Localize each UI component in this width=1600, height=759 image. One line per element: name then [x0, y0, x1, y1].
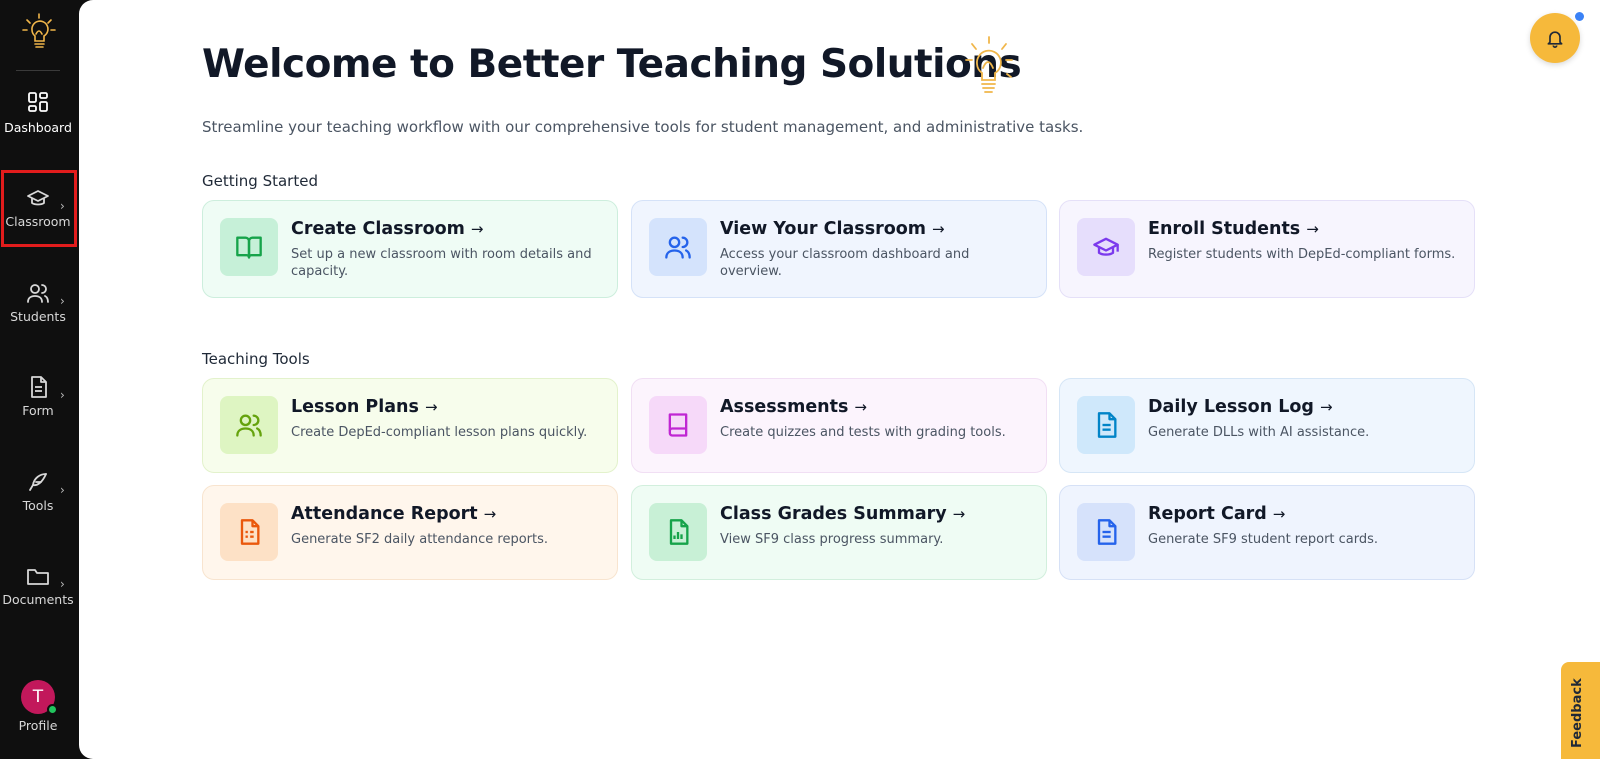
feedback-label: Feedback	[1570, 678, 1585, 748]
arrow-right-icon: →	[932, 220, 945, 238]
file-spreadsheet-icon	[240, 519, 260, 545]
chevron-right-icon: ›	[60, 294, 65, 308]
card-title: Report Card →	[1148, 504, 1286, 524]
sidebar-item-form[interactable]: › Form	[0, 371, 78, 449]
report-card-card[interactable]: Report Card → Generate SF9 student report…	[1059, 485, 1475, 580]
sidebar-item-label: Dashboard	[4, 120, 72, 135]
file-text-icon	[1097, 519, 1117, 545]
assessments-card[interactable]: Assessments → Create quizzes and tests wi…	[631, 378, 1047, 473]
book-icon	[668, 413, 688, 437]
file-text-icon	[1097, 412, 1117, 438]
graduation-cap-icon	[1093, 237, 1119, 256]
view-classroom-card[interactable]: View Your Classroom → Access your classro…	[631, 200, 1047, 298]
arrow-right-icon: →	[424, 398, 438, 416]
notifications-button[interactable]	[1530, 13, 1580, 63]
folder-icon	[27, 569, 49, 585]
card-title: View Your Classroom →	[720, 219, 945, 239]
section-title-getting-started: Getting Started	[202, 172, 318, 190]
lightbulb-illustration-icon	[965, 36, 1013, 93]
sidebar-item-label: Documents	[2, 592, 74, 607]
sidebar-item-label: Form	[22, 403, 54, 418]
sidebar-item-dashboard[interactable]: Dashboard	[0, 88, 78, 166]
arrow-right-icon: →	[1272, 505, 1286, 523]
lesson-plans-card[interactable]: Lesson Plans → Create DepEd-compliant les…	[202, 378, 618, 473]
daily-lesson-log-card[interactable]: Daily Lesson Log → Generate DLLs with AI …	[1059, 378, 1475, 473]
card-title: Enroll Students →	[1148, 219, 1319, 239]
card-description: View SF9 class progress summary.	[720, 532, 944, 547]
file-chart-icon	[669, 519, 689, 545]
page-subtitle: Streamline your teaching workflow with o…	[202, 118, 1084, 136]
class-grades-summary-card[interactable]: Class Grades Summary → View SF9 class pro…	[631, 485, 1047, 580]
enroll-students-card[interactable]: Enroll Students → Register students with …	[1059, 200, 1475, 298]
card-icon-container	[649, 396, 707, 454]
card-description: Generate DLLs with AI assistance.	[1148, 425, 1370, 440]
attendance-report-card[interactable]: Attendance Report → Generate SF2 daily at…	[202, 485, 618, 580]
card-title: Lesson Plans →	[291, 397, 438, 417]
chevron-right-icon: ›	[60, 388, 65, 402]
card-title: Daily Lesson Log →	[1148, 397, 1333, 417]
card-description: Set up a new classroom with room details…	[291, 247, 592, 279]
card-description: Create DepEd-compliant lesson plans quic…	[291, 425, 588, 440]
classroom-highlight-box	[1, 170, 77, 247]
card-icon-container	[649, 503, 707, 561]
feedback-tab[interactable]: Feedback	[1561, 662, 1600, 759]
book-open-icon	[236, 236, 262, 259]
chevron-right-icon: ›	[60, 483, 65, 497]
section-title-teaching-tools: Teaching Tools	[202, 350, 310, 368]
card-description: Access your classroom dashboard and over…	[720, 247, 970, 279]
card-icon-container	[649, 218, 707, 276]
sidebar: Dashboard › Classroom › Students › Form …	[0, 0, 78, 759]
arrow-right-icon: →	[1306, 220, 1319, 238]
arrow-right-icon: →	[470, 220, 484, 238]
sidebar-item-documents[interactable]: › Documents	[0, 560, 78, 638]
sidebar-item-tools[interactable]: › Tools	[0, 466, 78, 544]
card-title: Assessments →	[720, 397, 867, 417]
card-icon-container	[1077, 396, 1135, 454]
document-form-icon	[31, 376, 47, 398]
create-classroom-card[interactable]: Create Classroom → Set up a new classroom…	[202, 200, 618, 298]
users-icon	[236, 414, 262, 437]
online-status-dot	[47, 704, 58, 715]
users-icon	[27, 284, 49, 303]
card-icon-container	[1077, 218, 1135, 276]
arrow-right-icon: →	[483, 505, 497, 523]
main-content: Welcome to Better Teaching Solutions Str…	[79, 0, 1600, 759]
arrow-right-icon: →	[952, 505, 966, 523]
card-description: Generate SF2 daily attendance reports.	[291, 532, 548, 547]
card-description: Generate SF9 student report cards.	[1148, 532, 1379, 547]
sidebar-divider	[16, 70, 60, 71]
card-description: Create quizzes and tests with grading to…	[720, 425, 1006, 440]
profile-label[interactable]: Profile	[0, 718, 76, 733]
chevron-right-icon: ›	[60, 577, 65, 591]
lightbulb-logo-icon	[22, 13, 56, 48]
bell-icon	[1547, 31, 1563, 48]
card-description: Register students with DepEd-compliant f…	[1148, 247, 1456, 262]
sidebar-item-label: Students	[10, 309, 66, 324]
card-icon-container	[1077, 503, 1135, 561]
users-icon	[665, 236, 691, 259]
notification-unread-dot	[1575, 12, 1584, 21]
arrow-right-icon: →	[1319, 398, 1333, 416]
card-title: Create Classroom →	[291, 219, 484, 239]
sidebar-item-students[interactable]: › Students	[0, 277, 78, 355]
card-title: Attendance Report →	[291, 504, 497, 524]
card-icon-container	[220, 503, 278, 561]
card-icon-container	[220, 396, 278, 454]
dashboard-grid-icon	[28, 92, 48, 112]
page-title: Welcome to Better Teaching Solutions	[202, 42, 1022, 87]
card-title: Class Grades Summary →	[720, 504, 966, 524]
feather-tool-icon	[29, 473, 47, 491]
sidebar-item-label: Tools	[22, 498, 54, 513]
card-icon-container	[220, 218, 278, 276]
arrow-right-icon: →	[854, 398, 867, 416]
